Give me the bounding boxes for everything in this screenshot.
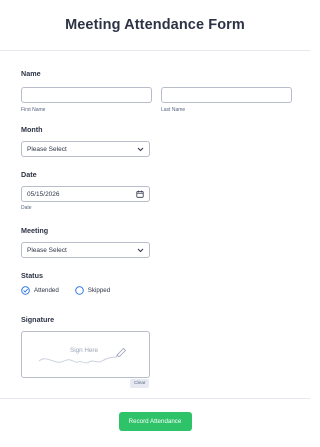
status-label: Status [21, 271, 43, 280]
first-name-sublabel: First Name [21, 107, 46, 113]
meeting-select[interactable]: Please Select [21, 242, 150, 258]
month-select-value: Please Select [27, 145, 67, 153]
meeting-label: Meeting [21, 226, 49, 235]
status-option-label: Skipped [87, 287, 111, 294]
form-title: Meeting Attendance Form [65, 17, 245, 33]
last-name-input[interactable] [161, 86, 292, 103]
status-option-label: Attended [34, 287, 59, 294]
first-name-input[interactable] [21, 86, 152, 103]
form-header: Meeting Attendance Form [0, 0, 310, 51]
clear-signature-button[interactable]: Clear [130, 379, 150, 388]
meeting-section: Meeting Please Select [21, 226, 292, 258]
status-section: Status Attended Skipped [21, 271, 292, 295]
signature-pad[interactable]: Sign Here [21, 331, 150, 378]
date-label: Date [21, 170, 37, 179]
name-section: Name First Name Last Name [21, 69, 292, 113]
form-footer: Record Attendance [0, 398, 310, 447]
status-option-attended[interactable]: Attended [21, 286, 59, 295]
signature-section: Signature Sign Here [21, 315, 292, 378]
record-attendance-button[interactable]: Record Attendance [118, 412, 192, 431]
date-input[interactable]: 05/15/2026 [21, 186, 150, 202]
signature-scribble [38, 356, 118, 364]
meeting-select-value: Please Select [27, 246, 67, 254]
pen-icon [115, 347, 127, 357]
month-select[interactable]: Please Select [21, 141, 150, 157]
radio-icon[interactable] [75, 286, 84, 295]
signature-placeholder: Sign Here [70, 347, 99, 354]
status-option-skipped[interactable]: Skipped [75, 286, 110, 295]
name-label: Name [21, 69, 41, 78]
checked-radio-icon[interactable] [21, 286, 30, 295]
date-sublabel: Date [21, 205, 32, 211]
last-name-sublabel: Last Name [161, 107, 186, 113]
signature-label: Signature [21, 315, 55, 324]
status-radio-group: Attended Skipped [21, 286, 292, 295]
month-label: Month [21, 125, 43, 134]
month-section: Month Please Select [21, 125, 292, 157]
chevron-down-icon [137, 248, 144, 253]
date-value: 05/15/2026 [27, 190, 60, 198]
date-section: Date 05/15/2026 Date [21, 170, 292, 211]
calendar-icon[interactable] [136, 190, 144, 198]
chevron-down-icon [137, 147, 144, 152]
